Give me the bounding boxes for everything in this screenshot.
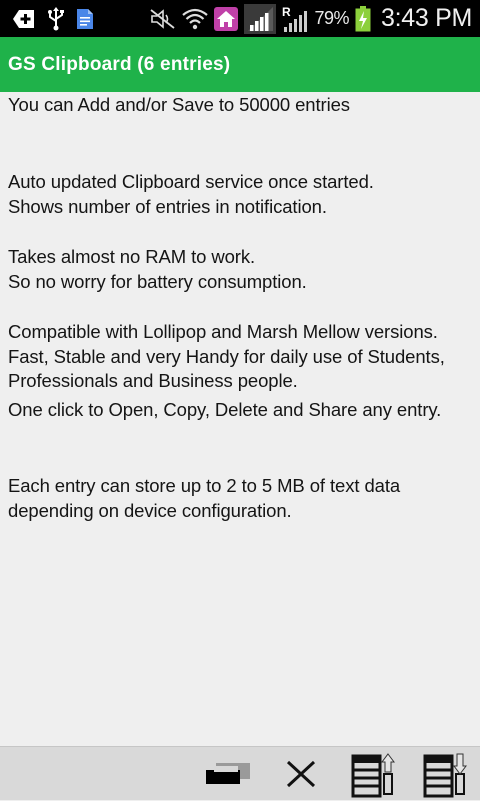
battery-percent: 79% bbox=[314, 8, 349, 28]
description-paragraph: You can Add and/or Save to 50000 entries bbox=[8, 94, 350, 115]
description-paragraph: Compatible with Lollipop and Marsh Mello… bbox=[8, 321, 445, 391]
app-title: GS Clipboard (6 entries) bbox=[8, 53, 231, 75]
signal-icon bbox=[244, 3, 277, 34]
description-paragraph: One click to Open, Copy, Delete and Shar… bbox=[8, 399, 442, 420]
app-bar: GS Clipboard (6 entries) bbox=[0, 37, 480, 92]
usb-icon bbox=[48, 6, 64, 31]
status-time: 3:43 PM bbox=[380, 4, 472, 32]
description-paragraph: Auto updated Clipboard service once star… bbox=[8, 171, 374, 217]
copy-button[interactable] bbox=[200, 747, 256, 801]
description-paragraph: Each entry can store up to 2 to 5 MB of … bbox=[8, 475, 401, 521]
export-icon bbox=[348, 750, 398, 798]
copy-icon bbox=[202, 757, 254, 791]
wifi-icon bbox=[182, 8, 209, 30]
roaming-signal-icon: R bbox=[282, 5, 308, 33]
status-bar-left bbox=[0, 6, 94, 31]
home-icon bbox=[214, 6, 239, 31]
description-paragraph: Takes almost no RAM to work. So no worry… bbox=[8, 246, 307, 292]
status-bar-right: R 79% 3:43 PM bbox=[150, 0, 472, 37]
roaming-indicator: R bbox=[282, 5, 291, 19]
description-content: You can Add and/or Save to 50000 entries… bbox=[0, 92, 480, 746]
delete-icon bbox=[284, 759, 318, 789]
add-notification-icon bbox=[12, 9, 36, 29]
import-button[interactable] bbox=[418, 747, 472, 801]
mute-icon bbox=[150, 8, 176, 30]
document-icon bbox=[76, 8, 94, 30]
bottom-toolbar bbox=[0, 746, 480, 800]
export-button[interactable] bbox=[346, 747, 400, 801]
import-icon bbox=[420, 750, 470, 798]
status-bar: R 79% 3:43 PM bbox=[0, 0, 480, 37]
battery-charging-icon bbox=[355, 5, 371, 32]
delete-button[interactable] bbox=[276, 747, 326, 801]
